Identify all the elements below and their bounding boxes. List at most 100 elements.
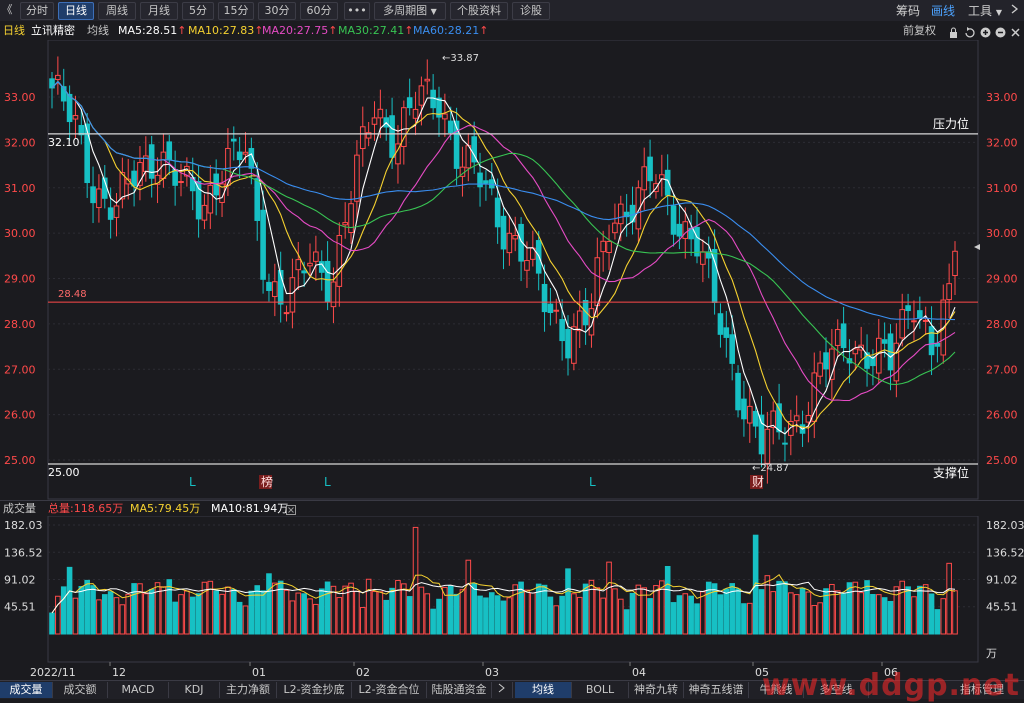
volume-bar — [694, 603, 700, 635]
volume-bar — [412, 526, 419, 635]
ma20-value: MA20:27.75↑ — [262, 24, 338, 37]
candle-body — [207, 184, 214, 214]
volume-bar — [922, 584, 929, 635]
candle-body — [547, 303, 554, 314]
volume-label: 成交量 — [3, 502, 36, 515]
volume-bar — [723, 588, 730, 635]
back-icon[interactable]: 《 — [0, 2, 14, 18]
candle-body — [647, 156, 653, 182]
candle-body — [606, 240, 612, 253]
volume-bar — [225, 586, 231, 635]
candle-body — [412, 108, 419, 119]
tab-macd[interactable]: MACD — [108, 682, 169, 698]
volume-bar — [588, 579, 595, 635]
date-tick: 12 — [112, 666, 126, 679]
volume-bar — [453, 593, 460, 635]
volume-bar — [131, 583, 137, 635]
volume-bar — [600, 597, 606, 635]
period-tab-daily[interactable]: 日线 — [58, 2, 94, 20]
volume-bar — [688, 595, 694, 635]
candle-body — [266, 281, 272, 291]
date-tick: 2022/11 — [30, 666, 76, 679]
volume-chart-svg[interactable]: 182.03 182.03 136.52 136.52 91.02 91.02 45.51 4… — [0, 516, 1024, 680]
tab-turnover[interactable]: 成交额 — [53, 682, 108, 698]
collapse-icon[interactable] — [1010, 3, 1020, 19]
candle-body — [852, 348, 859, 355]
avg-label[interactable]: 均线 — [87, 21, 109, 40]
price-chart-svg[interactable]: 33.00 33.00 32.00 32.00 31.00 31.00 30.00 30.00… — [0, 39, 1024, 500]
support-value: 25.00 — [48, 466, 80, 479]
period-tab-5min[interactable]: 5分 — [182, 2, 214, 20]
candle-body — [96, 188, 102, 209]
tab-stock-connect[interactable]: 陆股通资金 — [427, 682, 492, 698]
candle-body — [389, 115, 395, 158]
multi-period-dropdown[interactable]: 多周期图 ▼ — [374, 2, 446, 20]
volume-bar — [952, 590, 958, 635]
volume-bar — [547, 596, 554, 635]
candle-body — [500, 215, 507, 250]
period-tab-60min[interactable]: 60分 — [300, 2, 338, 20]
candle-body — [148, 144, 155, 179]
tab-main-net[interactable]: 主力净额 — [220, 682, 277, 698]
volume-bar — [178, 594, 184, 635]
volume-bar — [606, 561, 612, 635]
candle-body — [612, 222, 618, 234]
ma5-value: MA5:28.51↑ — [118, 24, 187, 37]
volume-bar — [465, 559, 472, 635]
period-tab-monthly[interactable]: 月线 — [140, 2, 178, 20]
volume-bar — [406, 596, 413, 635]
candle-body — [735, 372, 741, 411]
volume-bar — [858, 592, 864, 635]
high-label: ←33.87 — [442, 53, 479, 64]
tools-dropdown[interactable]: 工具 ▼ — [968, 3, 1002, 19]
price-tick-right: 33.00 — [986, 91, 1018, 104]
candle-body — [483, 180, 489, 184]
tab-td9[interactable]: 神奇九转 — [629, 682, 684, 698]
volume-bar — [348, 582, 354, 635]
period-tab-weekly[interactable]: 周线 — [98, 2, 136, 20]
chips-button[interactable]: 筹码 — [896, 3, 920, 19]
tab-l2-position[interactable]: L2-资金合位 — [352, 682, 427, 698]
period-tab-30min[interactable]: 30分 — [258, 2, 296, 20]
volume-bar — [864, 580, 870, 635]
volume-bar — [166, 579, 173, 635]
ma30-value: MA30:27.41↑ — [338, 24, 414, 37]
candle-body — [793, 415, 800, 422]
tab-boll[interactable]: BOLL — [572, 682, 629, 698]
adjust-dropdown[interactable]: 前复权 — [903, 21, 936, 40]
volume-bar — [553, 605, 560, 635]
period-tab-15min[interactable]: 15分 — [218, 2, 254, 20]
candle-body — [617, 203, 624, 225]
volume-bar — [295, 592, 302, 635]
volume-bar — [834, 590, 841, 635]
diagnose-button[interactable]: 诊股 — [512, 2, 550, 20]
period-tab-fenshi[interactable]: 分时 — [20, 2, 54, 20]
candle-body — [172, 169, 178, 186]
tab-five-lines[interactable]: 神奇五线谱 — [684, 682, 749, 698]
volume-bar — [647, 598, 653, 635]
price-chart[interactable]: 33.00 33.00 32.00 32.00 31.00 31.00 30.00 30.00… — [0, 39, 1024, 500]
candle-body — [670, 205, 677, 235]
stock-info-button[interactable]: 个股资料 — [450, 2, 508, 20]
volume-bar — [113, 597, 120, 635]
tab-l2-bottom[interactable]: L2-资金抄底 — [277, 682, 352, 698]
price-plot-frame — [47, 39, 979, 500]
more-periods-button[interactable]: ••• — [344, 2, 370, 20]
volume-bar — [307, 598, 313, 635]
draw-line-button[interactable]: 画线 — [931, 3, 955, 19]
volume-bar — [741, 603, 747, 635]
candle-body — [758, 414, 765, 455]
candle-body — [260, 209, 266, 280]
tab-volume[interactable]: 成交量 — [0, 682, 53, 698]
candle-body — [565, 329, 571, 359]
volume-bar — [401, 583, 407, 635]
volume-bar — [506, 597, 513, 635]
event-marker: L — [189, 475, 196, 489]
tab-kdj[interactable]: KDJ — [169, 682, 220, 698]
tab-scroll-right[interactable] — [492, 682, 513, 698]
volume-bar — [524, 589, 530, 635]
volume-bar — [635, 584, 642, 635]
tab-ma[interactable]: 均线 — [515, 682, 572, 698]
candle-body — [113, 205, 120, 218]
volume-bar — [512, 584, 519, 635]
